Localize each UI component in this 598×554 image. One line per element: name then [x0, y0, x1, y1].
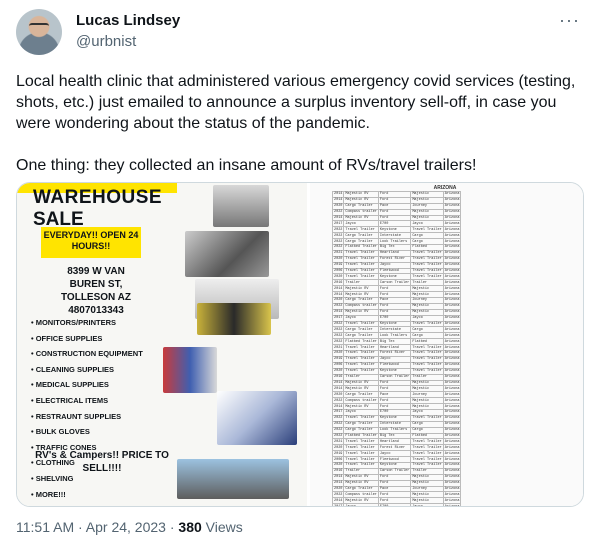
photo-office-chairs: [213, 185, 269, 227]
table-cell: E700: [377, 503, 412, 506]
tweet-meta: 11:51 AM · Apr 24, 2023 · 380 Views: [16, 519, 243, 535]
inventory-spreadsheet-image[interactable]: ARIZONA 2014 Majestic RV Ford Majestic Arizo…: [310, 183, 583, 506]
table-cell: 2017: [331, 503, 345, 506]
flyer-item: CLEANING SUPPLIES: [31, 362, 143, 378]
flyer-item: OFFICE SUPPLIES: [31, 331, 143, 347]
timestamp[interactable]: 11:51 AM · Apr 24, 2023 ·: [16, 519, 178, 535]
tweet-text: Local health clinic that administered va…: [16, 73, 576, 174]
photo-rv-camper: [177, 459, 289, 499]
flyer-footer: RV's & Campers!! PRICE TO SELL!!!!: [35, 450, 169, 474]
more-options-icon[interactable]: ···: [559, 10, 580, 31]
glasses-decoration: [29, 23, 49, 30]
flyer-title: WAREHOUSE: [33, 187, 163, 208]
photo-gloves-boxes: [197, 303, 271, 335]
flyer-image[interactable]: WAREHOUSE SALE EVERYDAY!! OPEN 24 HOURS!…: [17, 183, 310, 506]
photo-travel-trailer: [217, 391, 297, 445]
author-name[interactable]: Lucas Lindsey: [76, 12, 180, 29]
inventory-table: 2014 Majestic RV Ford Majestic Arizona 2014 Ma…: [331, 191, 462, 506]
photo-supplies: [163, 347, 217, 393]
flyer-item: BULK GLOVES: [31, 424, 143, 440]
flyer-item: MORE!!!: [31, 487, 143, 503]
table-cell: Jayco: [343, 503, 379, 506]
flyer-item: MEDICAL SUPPLIES: [31, 377, 143, 393]
avatar[interactable]: [16, 9, 62, 55]
photo-monitors: [185, 231, 269, 277]
flyer-item: CONSTRUCTION EQUIPMENT: [31, 346, 143, 362]
views-label: Views: [201, 519, 243, 535]
flyer-address: 8399 W VAN BUREN ST, TOLLESON AZ 4807013…: [61, 266, 131, 316]
flyer-item: MONITORS/PRINTERS: [31, 315, 143, 331]
flyer-item: ELECTRICAL ITEMS: [31, 393, 143, 409]
flyer-item: RESTRAUNT SUPPLIES: [31, 409, 143, 425]
table-cell: Arizona: [442, 503, 462, 506]
flyer-hours: EVERYDAY!! OPEN 24 HOURS!!: [41, 227, 141, 258]
media-grid[interactable]: WAREHOUSE SALE EVERYDAY!! OPEN 24 HOURS!…: [16, 182, 584, 507]
table-cell: Jayco: [410, 503, 444, 506]
table-row: 2017JaycoE700JaycoArizona: [331, 503, 462, 506]
author-handle[interactable]: @urbnist: [76, 33, 136, 50]
views-count: 380: [178, 519, 202, 535]
